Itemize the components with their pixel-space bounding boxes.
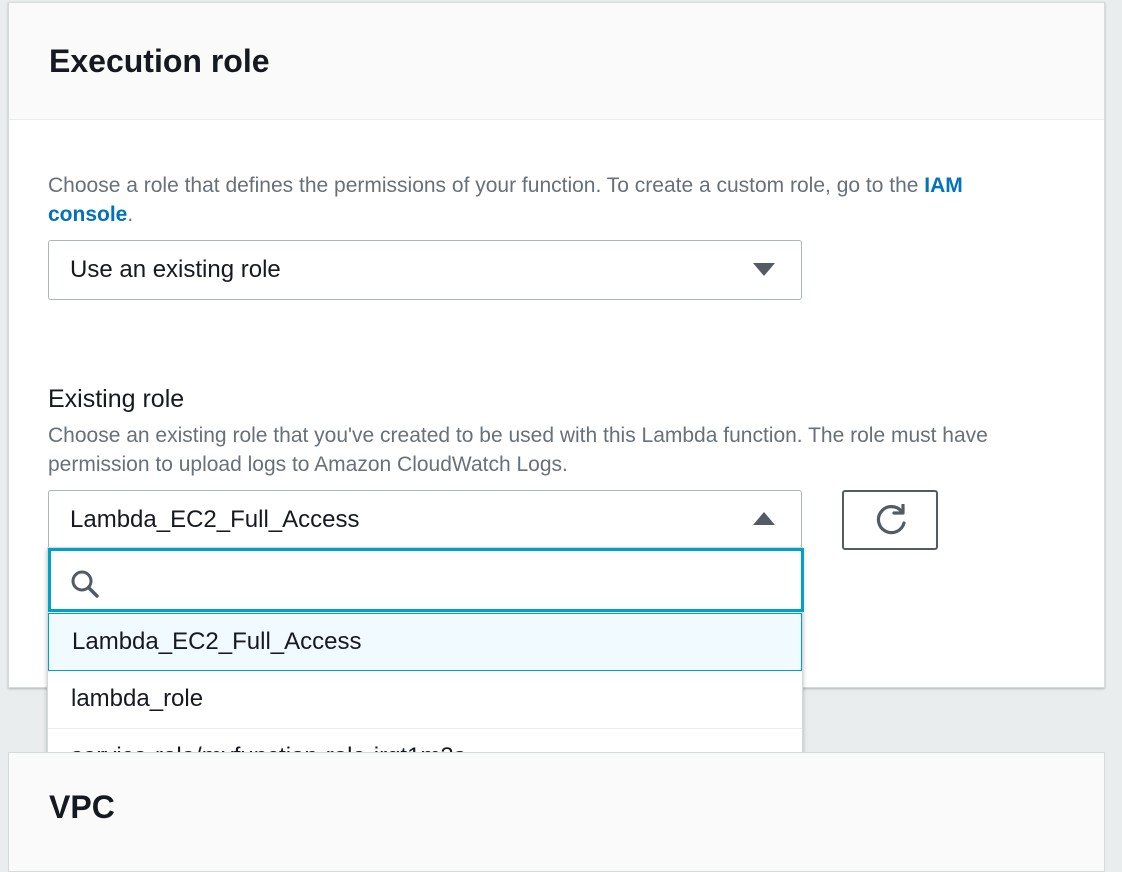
role-option[interactable]: lambda_role [48,671,802,729]
role-description-suffix: . [127,203,134,226]
vpc-panel: VPC [8,752,1105,872]
refresh-icon [876,504,906,535]
search-icon [71,570,99,598]
existing-role-value: Lambda_EC2_Full_Access [70,506,360,533]
role-option-label: lambda_role [71,685,204,712]
caret-down-icon [753,263,775,276]
caret-up-icon [753,512,775,525]
role-description: Choose a role that defines the permissio… [48,171,1048,229]
role-description-text: Choose a role that defines the permissio… [48,174,925,197]
role-option[interactable]: Lambda_EC2_Full_Access [48,613,802,671]
dropdown-search-input[interactable] [111,561,775,601]
role-type-value: Use an existing role [70,256,281,283]
panel-header: Execution role [9,3,1104,120]
panel-title: Execution role [49,43,270,79]
role-type-select[interactable]: Use an existing role [48,240,802,300]
existing-role-label: Existing role [48,385,185,413]
role-option-label: Lambda_EC2_Full_Access [72,628,362,655]
existing-role-select[interactable]: Lambda_EC2_Full_Access [48,490,802,550]
dropdown-search [48,548,804,612]
refresh-button[interactable] [842,490,938,550]
vpc-title: VPC [49,789,115,825]
existing-role-description: Choose an existing role that you've crea… [48,424,988,476]
